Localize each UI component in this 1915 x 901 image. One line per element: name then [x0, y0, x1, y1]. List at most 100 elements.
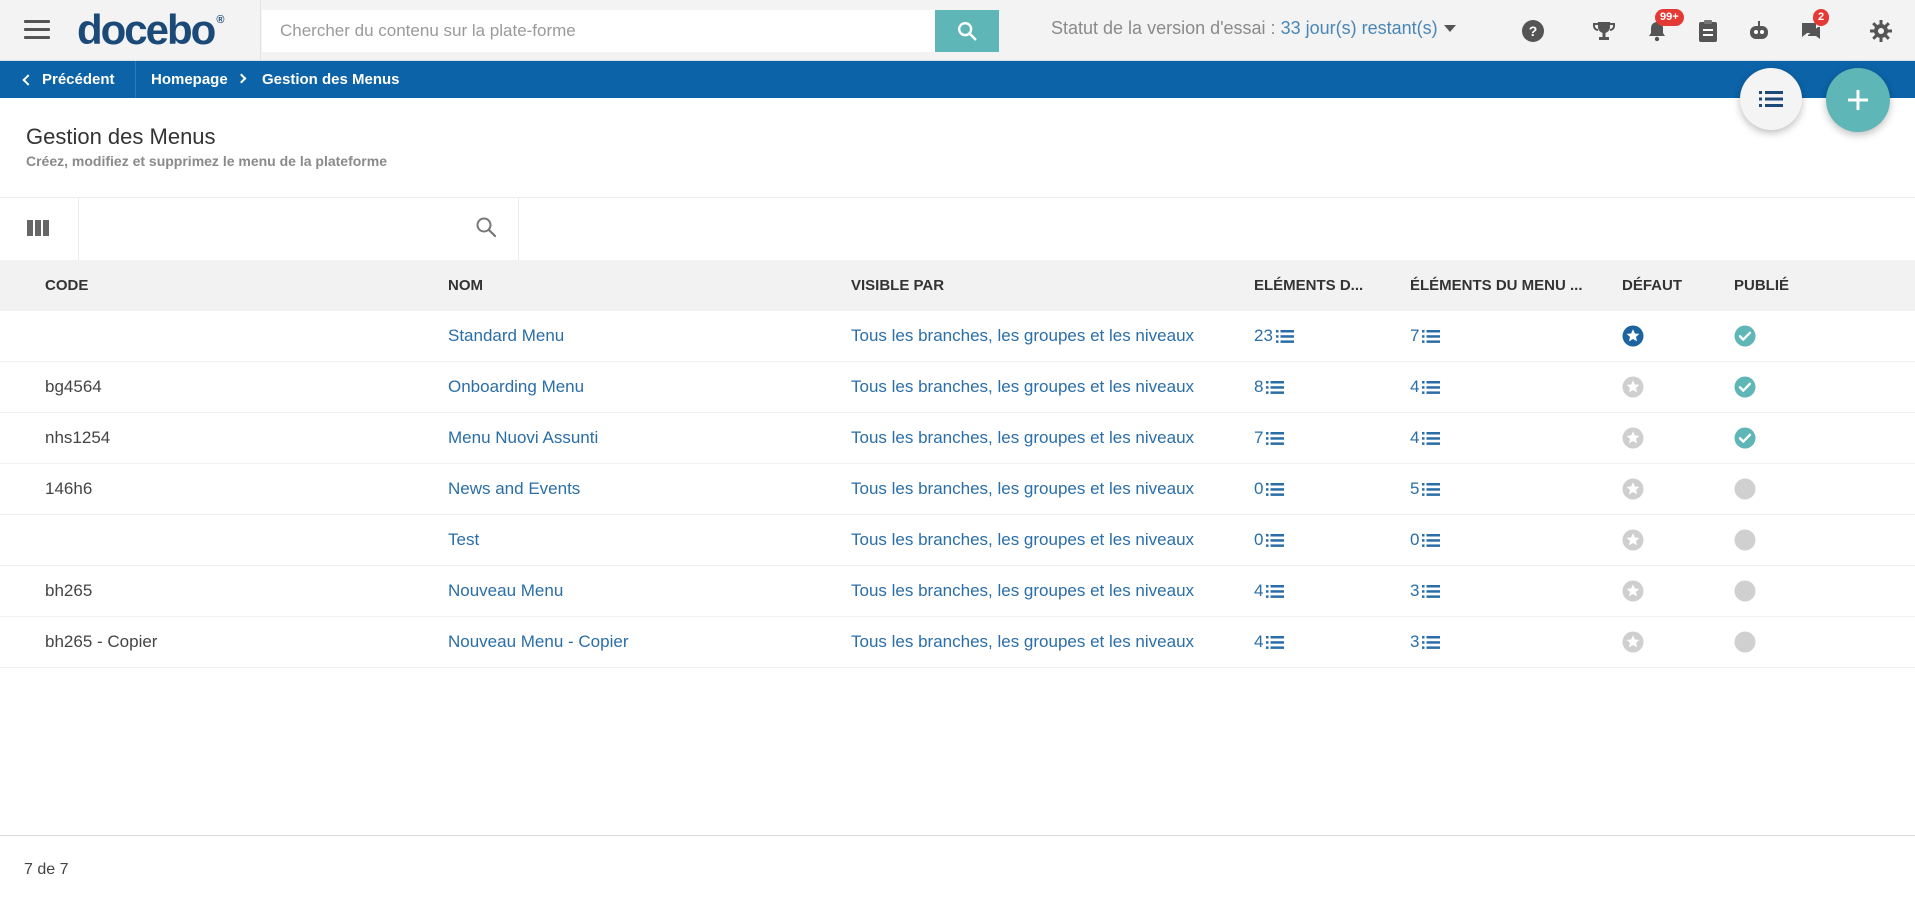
- search-icon: [958, 22, 977, 41]
- cell-code: nhs1254: [45, 428, 111, 447]
- column-header-elements[interactable]: ELÉMENTS D...: [1254, 277, 1363, 294]
- cell-visible-by-link[interactable]: Tous les branches, les groupes et les ni…: [851, 632, 1194, 652]
- messages-badge: 2: [1813, 9, 1830, 26]
- default-star-icon[interactable]: [1622, 427, 1644, 454]
- search-icon[interactable]: [474, 215, 498, 244]
- cell-visible-by-link[interactable]: Tous les branches, les groupes et les ni…: [851, 326, 1194, 346]
- published-check-icon[interactable]: [1734, 325, 1756, 352]
- list-icon: [1759, 91, 1783, 107]
- published-check-icon[interactable]: [1734, 376, 1756, 403]
- logo[interactable]: docebo ®: [77, 2, 224, 57]
- table-row[interactable]: bg4564 Onboarding Menu Tous les branches, …: [0, 362, 1915, 413]
- add-menu-button[interactable]: [1826, 68, 1890, 132]
- default-star-icon[interactable]: [1622, 529, 1644, 556]
- table-row[interactable]: nhs1254 Menu Nuovi Assunti Tous les branch…: [0, 413, 1915, 464]
- back-button[interactable]: Précédent: [0, 61, 136, 98]
- divider: [0, 197, 1915, 198]
- cell-name-link[interactable]: Test: [448, 530, 479, 550]
- cell-elements-link[interactable]: 0: [1254, 479, 1285, 499]
- table-row[interactable]: bh265 - Copier Nouveau Menu - Copier Tous …: [0, 617, 1915, 668]
- default-star-icon[interactable]: [1622, 631, 1644, 658]
- cell-name-link[interactable]: Nouveau Menu - Copier: [448, 632, 628, 652]
- default-star-icon[interactable]: [1622, 376, 1644, 403]
- cell-elements-link[interactable]: 8: [1254, 377, 1285, 397]
- column-header-menu-elements[interactable]: ÉLÉMENTS DU MENU ...: [1410, 277, 1583, 294]
- cell-elements-link[interactable]: 4: [1254, 581, 1285, 601]
- unpublished-dot-icon[interactable]: [1734, 478, 1756, 505]
- breadcrumb-home-link[interactable]: Homepage: [151, 71, 228, 88]
- cell-visible-by-link[interactable]: Tous les branches, les groupes et les ni…: [851, 479, 1194, 499]
- cell-name-link[interactable]: News and Events: [448, 479, 580, 499]
- unpublished-dot-icon[interactable]: [1734, 580, 1756, 607]
- gear-icon[interactable]: [1867, 17, 1895, 45]
- default-star-icon[interactable]: [1622, 478, 1644, 505]
- menu-elements-count: 4: [1410, 428, 1420, 447]
- cell-menu-elements-link[interactable]: 3: [1410, 581, 1441, 601]
- unpublished-dot-icon[interactable]: [1734, 529, 1756, 556]
- column-header-name[interactable]: NOM: [448, 277, 483, 294]
- cell-name-link[interactable]: Nouveau Menu: [448, 581, 563, 601]
- menu-icon[interactable]: [24, 20, 50, 40]
- table-search-input[interactable]: [80, 206, 460, 250]
- table-header: CODE NOM VISIBLE PAR ELÉMENTS D... ÉLÉME…: [0, 260, 1915, 311]
- cell-menu-elements-link[interactable]: 4: [1410, 428, 1441, 448]
- cell-elements-link[interactable]: 4: [1254, 632, 1285, 652]
- columns-toggle-button[interactable]: [27, 219, 49, 242]
- column-header-published[interactable]: PUBLIÉ: [1734, 277, 1789, 294]
- list-icon: [1422, 380, 1441, 394]
- chevron-down-icon: [1443, 25, 1456, 32]
- menu-elements-count: 3: [1410, 632, 1420, 651]
- cell-menu-elements-link[interactable]: 3: [1410, 632, 1441, 652]
- chevron-right-icon: [236, 73, 247, 84]
- list-icon: [1266, 380, 1285, 394]
- table-row[interactable]: Test Tous les branches, les groupes et le…: [0, 515, 1915, 566]
- cell-name-link[interactable]: Standard Menu: [448, 326, 564, 346]
- list-view-button[interactable]: [1740, 68, 1802, 130]
- cell-visible-by-link[interactable]: Tous les branches, les groupes et les ni…: [851, 428, 1194, 448]
- cell-elements-link[interactable]: 0: [1254, 530, 1285, 550]
- columns-icon: [27, 220, 49, 236]
- elements-count: 0: [1254, 479, 1264, 498]
- robot-icon[interactable]: [1745, 17, 1773, 45]
- list-icon: [1422, 635, 1441, 649]
- column-header-default[interactable]: DÉFAUT: [1622, 277, 1682, 294]
- default-star-active-icon[interactable]: [1622, 325, 1644, 352]
- bell-icon[interactable]: 99+: [1643, 9, 1684, 45]
- cell-code: bh265 - Copier: [45, 632, 158, 651]
- column-header-code[interactable]: CODE: [45, 277, 88, 294]
- cell-name-link[interactable]: Menu Nuovi Assunti: [448, 428, 598, 448]
- table-row[interactable]: Standard Menu Tous les branches, les grou…: [0, 311, 1915, 362]
- table-row[interactable]: 146h6 News and Events Tous les branches, l…: [0, 464, 1915, 515]
- cell-elements-link[interactable]: 7: [1254, 428, 1285, 448]
- list-icon: [1266, 533, 1285, 547]
- cell-visible-by-link[interactable]: Tous les branches, les groupes et les ni…: [851, 530, 1194, 550]
- unpublished-dot-icon[interactable]: [1734, 631, 1756, 658]
- top-bar: docebo® Statut de la version d'essai : 3…: [0, 0, 1915, 61]
- trophy-icon[interactable]: [1590, 17, 1618, 45]
- menu-elements-count: 0: [1410, 530, 1420, 549]
- cell-menu-elements-link[interactable]: 4: [1410, 377, 1441, 397]
- published-check-icon[interactable]: [1734, 427, 1756, 454]
- breadcrumb: Précédent Homepage Gestion des Menus: [0, 61, 1915, 98]
- divider: [78, 198, 79, 260]
- table-row[interactable]: bh265 Nouveau Menu Tous les branches, les …: [0, 566, 1915, 617]
- cell-menu-elements-link[interactable]: 7: [1410, 326, 1441, 346]
- clipboard-icon[interactable]: [1694, 17, 1722, 45]
- list-icon: [1422, 482, 1441, 496]
- cell-menu-elements-link[interactable]: 5: [1410, 479, 1441, 499]
- help-icon[interactable]: ?: [1519, 17, 1547, 45]
- cell-elements-link[interactable]: 23: [1254, 326, 1294, 346]
- global-search-input[interactable]: [262, 10, 935, 52]
- cell-code: 146h6: [45, 479, 93, 498]
- cell-menu-elements-link[interactable]: 0: [1410, 530, 1441, 550]
- cell-visible-by-link[interactable]: Tous les branches, les groupes et les ni…: [851, 377, 1194, 397]
- cell-name-link[interactable]: Onboarding Menu: [448, 377, 584, 397]
- pagination-count: 7 de 7: [24, 861, 69, 878]
- column-header-visible-by[interactable]: VISIBLE PAR: [851, 277, 944, 294]
- trial-status-dropdown[interactable]: Statut de la version d'essai : 33 jour(s…: [1051, 18, 1456, 39]
- search-button[interactable]: [935, 10, 999, 52]
- chat-icon[interactable]: 2: [1797, 9, 1830, 45]
- cell-visible-by-link[interactable]: Tous les branches, les groupes et les ni…: [851, 581, 1194, 601]
- default-star-icon[interactable]: [1622, 580, 1644, 607]
- divider: [0, 835, 1915, 836]
